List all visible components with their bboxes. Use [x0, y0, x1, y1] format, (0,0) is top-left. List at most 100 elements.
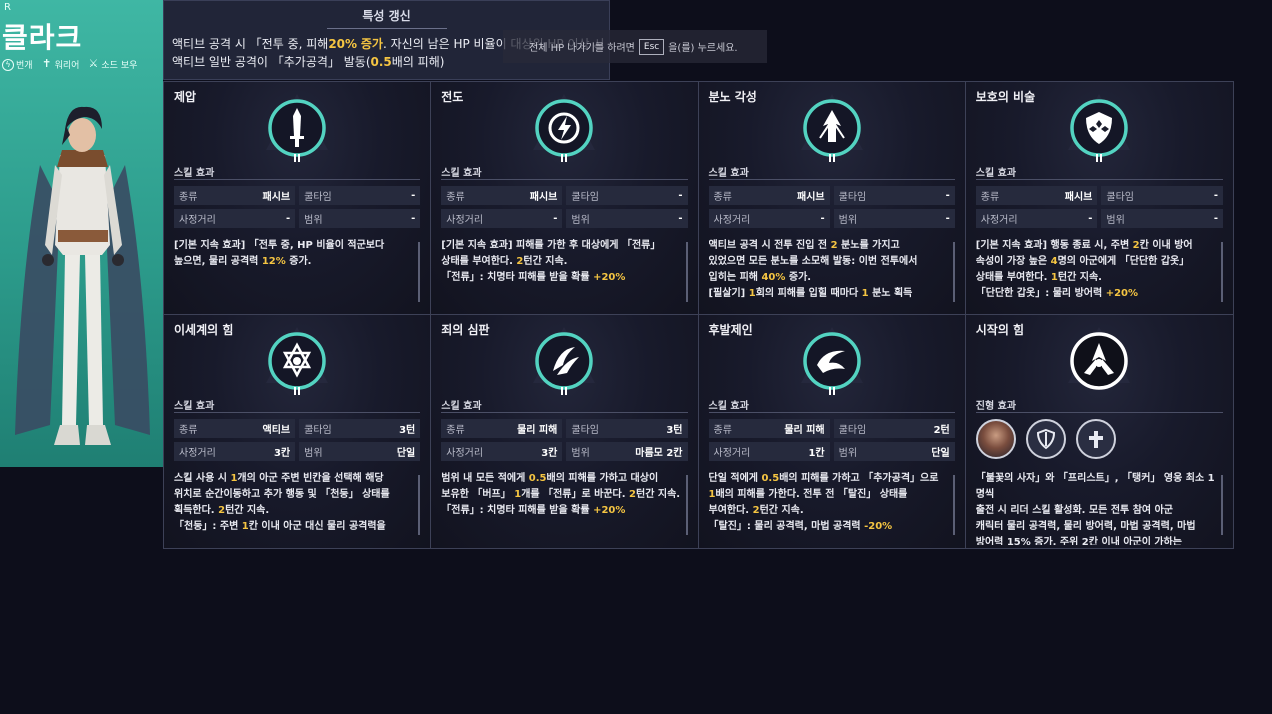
skill-card[interactable]: 보호의 비술 스킬 효과 종류 패시브 쿨타임 - 사정거리 - 범위 - [기본 지속 효과] …	[965, 82, 1233, 315]
description-text: 증가.	[285, 256, 312, 267]
description-line: 획득한다. 2턴간 지속.	[174, 503, 414, 519]
skill-effect-label: 스킬 효과	[708, 168, 749, 179]
description-line: 있었으면 모든 분노를 소모해 발동: 이번 전투에서	[709, 254, 949, 270]
esc-hint-prefix: 전체 HP 나가기를 하려면	[529, 43, 635, 54]
description-text: 턴간 지속.	[1057, 272, 1102, 283]
skill-card[interactable]: 전도 스킬 효과 종류 패시브 쿨타임 - 사정거리 - 범위 - [기본 지속 효과] 피해를 …	[431, 82, 699, 315]
skill-description: 「불꽃의 사자」와 「프리스트」, 「탱커」 영웅 최소 1명씩 출전 시 리더 …	[976, 471, 1219, 545]
stat-label: 쿨타임	[304, 425, 332, 436]
description-scrollbar[interactable]	[418, 242, 421, 302]
description-text: 턴간 지속.	[523, 256, 568, 267]
stat-value: -	[1213, 213, 1218, 224]
description-text: 턴간 지속.	[759, 505, 804, 516]
highlight-value: +20%	[593, 505, 626, 516]
description-text: 턴간 지속.	[636, 489, 681, 500]
formation-icons	[975, 419, 1116, 459]
stat-type: 종류 액티브	[174, 419, 296, 438]
stat-label: 종류	[713, 192, 732, 203]
divider	[975, 179, 1223, 180]
skill-description: 스킬 사용 시 1개의 아군 주변 빈칸을 선택해 해당 위치로 순간이동하고 추…	[174, 471, 414, 535]
sword-icon: ⚔	[88, 56, 99, 70]
skill-card[interactable]: 제압 스킬 효과 종류 패시브 쿨타임 - 사정거리 - 범위 - [기본 지속 효과] 「전투 …	[164, 82, 432, 315]
description-line: 스킬 사용 시 1개의 아군 주변 빈칸을 선택해 해당	[174, 471, 414, 487]
cross-icon[interactable]	[1075, 419, 1116, 459]
hero-portrait-icon[interactable]	[975, 419, 1016, 459]
skill-stats: 종류 패시브 쿨타임 - 사정거리 - 범위 -	[174, 186, 421, 228]
description-scrollbar[interactable]	[685, 242, 688, 302]
description-text: 입히는 피해	[708, 272, 762, 283]
description-scrollbar[interactable]	[685, 475, 688, 535]
description-scrollbar[interactable]	[952, 242, 955, 302]
tag-label: 소드 보우	[101, 61, 138, 71]
description-text: [기본 지속 효과] 행동 종료 시, 주변	[975, 240, 1133, 251]
description-text: 범위 내 모든 적에게	[441, 473, 529, 484]
stat-value: -	[553, 213, 558, 224]
description-text: 획득한다.	[174, 505, 219, 516]
highlight-value: 2	[752, 505, 760, 516]
skill-card[interactable]: 후발제인 스킬 효과 종류 물리 피해 쿨타임 2턴 사정거리 1칸 범위 단일 단일 적에게 0…	[698, 315, 966, 548]
dagger-icon	[266, 94, 329, 162]
tag-class: ✝ 워리어	[41, 56, 79, 72]
skill-card[interactable]: 시작의 힘 진형 효과 「불꽃의 사자」와 「프리스트」, 「탱커」 영웅 최소 …	[965, 315, 1233, 548]
highlight-value: 4	[1050, 256, 1058, 267]
cross-icon: ✝	[41, 56, 52, 70]
stat-value: -	[820, 213, 825, 224]
skill-stats: 종류 물리 피해 쿨타임 2턴 사정거리 1칸 범위 단일	[708, 419, 955, 461]
stat-label: 쿨타임	[571, 192, 599, 203]
formation-effect-label: 진형 효과	[975, 401, 1017, 412]
stat-area: 범위 -	[566, 209, 688, 228]
skill-effect-label: 스킬 효과	[174, 401, 215, 412]
description-text: 스킬 사용 시	[174, 473, 231, 484]
highlight-value: 12%	[261, 256, 286, 267]
shield-icon[interactable]	[1025, 419, 1066, 459]
description-line: 방어력 15% 증가, 주위 2칸 이내 아군이 가하는	[976, 535, 1219, 545]
esc-key[interactable]: Esc	[638, 38, 665, 55]
stat-value: -	[945, 213, 950, 224]
skill-card[interactable]: 분노 각성 스킬 효과 종류 패시브 쿨타임 - 사정거리 - 범위 - 액티브 공격 시 전투 …	[698, 82, 966, 315]
description-line: [기본 지속 효과] 행동 종료 시, 주변 2칸 이내 방어	[976, 238, 1217, 254]
description-scrollbar[interactable]	[952, 475, 955, 535]
description-text: 보유한 「버프」	[441, 489, 515, 500]
description-scrollbar[interactable]	[1221, 242, 1223, 302]
stat-label: 범위	[571, 215, 590, 226]
skill-card[interactable]: 죄의 심판 스킬 효과 종류 물리 피해 쿨타임 3턴 사정거리 3칸 범위 마름모 2칸 범위 …	[431, 315, 699, 548]
description-scrollbar[interactable]	[418, 475, 421, 535]
description-text: 상태를 부여한다.	[441, 256, 517, 267]
description-text: 분노를 가지고	[837, 240, 900, 251]
divider	[441, 412, 688, 413]
stat-value: 단일	[396, 448, 416, 459]
skill-description: [기본 지속 효과] 피해를 가한 후 대상에게 「전류」 상태를 부여한다. 2…	[441, 238, 681, 286]
skill-effect-label: 스킬 효과	[441, 168, 482, 179]
skill-description: 범위 내 모든 적에게 0.5배의 피해를 가하고 대상이 보유한 「버프」 1개…	[441, 471, 681, 519]
trait-text: 배의 피해)	[391, 55, 445, 69]
skill-description: [기본 지속 효과] 행동 종료 시, 주변 2칸 이내 방어 속성이 가장 높은…	[976, 238, 1217, 302]
stat-label: 종류	[713, 425, 732, 436]
description-text: 「전류」: 치명타 피해를 받을 확률	[441, 505, 594, 516]
description-text: 높으면, 물리 공격력	[174, 256, 262, 267]
stat-label: 종류	[446, 425, 465, 436]
skill-description: 액티브 공격 시 전투 진입 전 2 분노를 가지고 있었으면 모든 분노를 소모…	[709, 238, 949, 302]
skill-stats: 종류 패시브 쿨타임 - 사정거리 - 범위 -	[708, 186, 955, 228]
stat-cooldown: 쿨타임 -	[566, 186, 688, 205]
description-text: 개의 아군 주변 빈칸을 선택해 해당	[237, 473, 384, 484]
esc-hint-suffix: 을(를) 누르세요.	[668, 43, 738, 54]
stat-label: 사정거리	[980, 215, 1018, 226]
description-scrollbar[interactable]	[1221, 475, 1223, 535]
stat-range: 사정거리 1칸	[708, 442, 830, 461]
skill-card[interactable]: 이세계의 힘 스킬 효과 종류 액티브 쿨타임 3턴 사정거리 3칸 범위 단일 스킬 사용 시 …	[164, 315, 432, 548]
stat-type: 종류 패시브	[441, 186, 563, 205]
description-text: [기본 지속 효과] 「전투 중, HP 비율이 적군보다	[174, 240, 385, 251]
stat-label: 사정거리	[713, 215, 751, 226]
description-line: 「전류」: 치명타 피해를 받을 확률 +20%	[441, 270, 681, 286]
divider	[441, 179, 688, 180]
stat-value: 2턴	[933, 425, 950, 436]
stat-value: 패시브	[529, 192, 558, 203]
skill-stats: 종류 패시브 쿨타임 - 사정거리 - 범위 -	[441, 186, 688, 228]
highlight-value: 40%	[761, 272, 786, 283]
highlight-value: 1	[241, 521, 249, 532]
stat-label: 사정거리	[179, 215, 216, 226]
stat-range: 사정거리 -	[174, 209, 296, 228]
description-text: 위치로 순간이동하고 추가 행동 및 「천둥」 상태를	[174, 489, 390, 500]
stat-type: 종류 물리 피해	[441, 419, 563, 438]
stat-label: 범위	[838, 448, 858, 459]
